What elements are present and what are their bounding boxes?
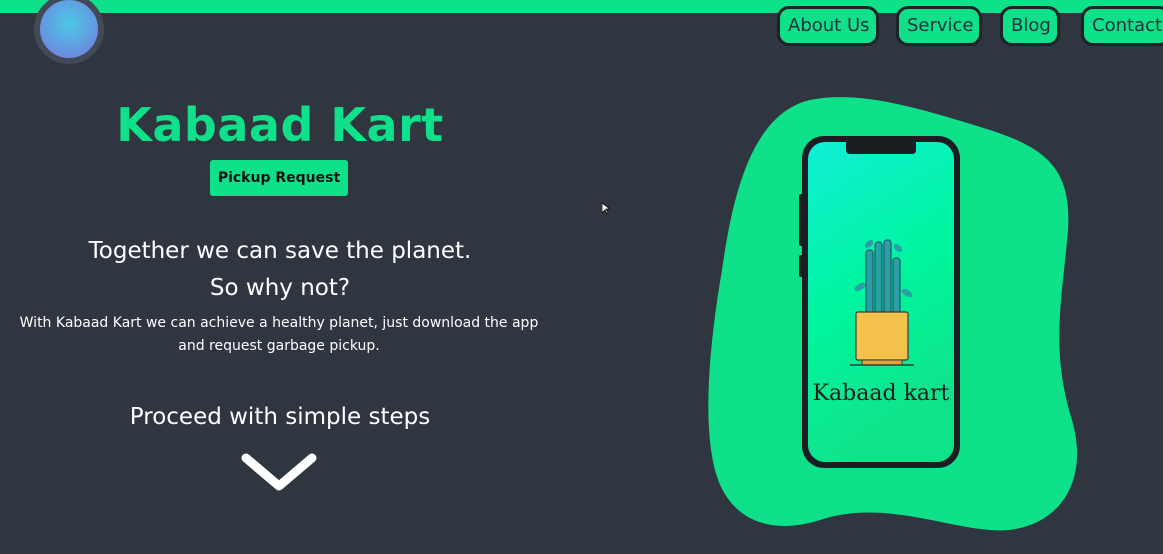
tagline-line-2: So why not? xyxy=(209,275,351,301)
nav-blog-button[interactable]: Blog xyxy=(1000,6,1060,46)
steps-heading: Proceed with simple steps xyxy=(129,404,431,430)
mouse-cursor-icon xyxy=(602,203,610,215)
chevron-down-icon[interactable] xyxy=(240,452,318,492)
pickup-request-button[interactable]: Pickup Request xyxy=(210,160,348,196)
site-logo-icon[interactable] xyxy=(34,0,104,64)
top-accent-bar xyxy=(0,0,1163,13)
nav-service-button[interactable]: Service xyxy=(896,6,982,46)
phone-logo-text: Kabaad kart xyxy=(813,381,950,406)
nav-about-us-button[interactable]: About Us xyxy=(777,6,879,46)
hero-description: With Kabaad Kart we can achieve a health… xyxy=(19,315,539,354)
brand-title: Kabaad Kart xyxy=(116,98,444,152)
tagline-line-1: Together we can save the planet. xyxy=(88,238,472,264)
hero-phone-illustration: Kabaad kart xyxy=(708,97,1078,531)
nav-contact-button[interactable]: Contact xyxy=(1081,6,1163,46)
phone-notch xyxy=(846,142,916,154)
